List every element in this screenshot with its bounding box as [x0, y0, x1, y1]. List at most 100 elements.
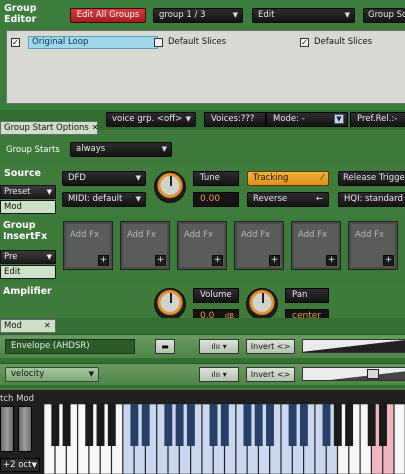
hqi-dropdown[interactable]: HQI: standard	[338, 192, 405, 207]
preset-button[interactable]: Preset ▼	[0, 185, 56, 199]
black-key[interactable]	[367, 404, 376, 446]
close-icon[interactable]: ✕	[92, 123, 99, 132]
piano-keyboard[interactable]	[44, 404, 405, 474]
close-icon[interactable]: ✕	[44, 321, 51, 330]
fx-slot-1[interactable]: Add Fx +	[63, 221, 113, 270]
chevron-down-icon: ▼	[135, 174, 141, 182]
black-key[interactable]	[96, 404, 105, 446]
mod-edit-icon[interactable]: ▬	[155, 339, 175, 354]
mod-velocity-dropdown[interactable]: velocity ▼	[5, 367, 99, 382]
add-fx-plus-icon[interactable]: +	[212, 255, 223, 266]
edit-menu-dropdown[interactable]: Edit ▼	[252, 8, 355, 23]
black-key[interactable]	[333, 404, 342, 446]
default-slices-checkbox-2[interactable]: ✓	[300, 38, 309, 47]
group-select-checkbox[interactable]: ✓	[11, 38, 20, 47]
source-mod-button[interactable]: Mod	[0, 200, 56, 214]
white-key[interactable]	[393, 404, 405, 474]
black-key[interactable]	[85, 404, 94, 446]
black-key[interactable]	[243, 404, 252, 446]
invert-label: Invert <>	[250, 342, 291, 351]
mod-intensity-slider[interactable]	[302, 339, 405, 353]
group-solo-button[interactable]: Group So	[363, 8, 405, 23]
voice-group-dropdown[interactable]: voice grp. <off> ▼	[106, 112, 196, 127]
insert-fx-title-line2: InsertFx	[3, 231, 48, 242]
group-insert-fx-panel: Group InsertFx Pre ▼ Edit Add Fx + Add F…	[0, 217, 405, 283]
mode-dropdown[interactable]: Mode: - ▼	[266, 112, 348, 127]
invert-button[interactable]: Invert <>	[246, 339, 295, 354]
voices-field[interactable]: Voices:???	[204, 112, 266, 127]
black-key[interactable]	[130, 404, 139, 446]
hqi-value: HQI: standard	[344, 194, 403, 204]
tab-mod[interactable]: Mod ✕	[0, 319, 56, 333]
group-name-field[interactable]: Original Loop	[28, 36, 158, 49]
group-selector-dropdown[interactable]: group 1 / 3 ▼	[153, 8, 243, 23]
black-key[interactable]	[51, 404, 60, 446]
default-slices-checkbox-1[interactable]	[154, 38, 163, 47]
fx-slot-label: Add Fx	[355, 230, 385, 240]
amplifier-title: Amplifier	[3, 286, 52, 297]
pref-rel-field[interactable]: Pref.Rel.:-	[350, 112, 405, 127]
reverse-button[interactable]: Reverse ←	[247, 192, 329, 207]
black-key[interactable]	[175, 404, 184, 446]
velocity-intensity-slider[interactable]	[302, 367, 405, 381]
mod-source-field[interactable]: Envelope (AHDSR)	[5, 339, 135, 354]
mod-row-velocity: velocity ▼ ılıı ▾ Invert <>	[0, 363, 405, 385]
chevron-down-icon: ▼	[232, 11, 238, 19]
black-key[interactable]	[266, 404, 274, 446]
insert-fx-title-line1: Group	[3, 220, 36, 231]
add-fx-plus-icon[interactable]: +	[383, 255, 394, 266]
fx-slot-label: Add Fx	[241, 230, 271, 240]
tune-caption: Tune	[193, 171, 239, 186]
fx-slot-3[interactable]: Add Fx +	[177, 221, 227, 270]
slider-handle[interactable]	[367, 369, 379, 379]
black-key[interactable]	[299, 404, 308, 446]
insert-fx-edit-button[interactable]: Edit	[0, 265, 56, 279]
tune-knob[interactable]	[154, 171, 186, 203]
mod-wheel[interactable]	[18, 406, 32, 452]
black-key[interactable]	[186, 404, 195, 446]
pre-dropdown[interactable]: Pre ▼	[0, 250, 56, 264]
add-fx-plus-icon[interactable]: +	[269, 255, 280, 266]
add-fx-plus-icon[interactable]: +	[155, 255, 166, 266]
black-key[interactable]	[141, 404, 150, 446]
black-key[interactable]	[322, 404, 331, 446]
group-starts-dropdown[interactable]: always ▼	[70, 142, 172, 157]
add-fx-plus-icon[interactable]: +	[326, 255, 337, 266]
invert-label: Invert <>	[250, 370, 291, 379]
volume-knob[interactable]	[154, 288, 186, 320]
black-key[interactable]	[379, 404, 387, 446]
fx-slot-label: Add Fx	[184, 230, 214, 240]
tab-group-start-options[interactable]: Group Start Options ✕	[0, 121, 99, 135]
midi-dropdown[interactable]: MIDI: default ▼	[62, 192, 146, 207]
release-trigger-label: Release Trigge	[343, 173, 405, 183]
black-key[interactable]	[254, 404, 263, 446]
add-fx-plus-icon[interactable]: +	[98, 255, 109, 266]
insert-fx-edit-label: Edit	[4, 267, 21, 277]
pre-label: Pre	[4, 252, 18, 262]
chevron-down-icon: ▼	[31, 461, 37, 469]
black-key[interactable]	[107, 404, 116, 446]
mod-shape-button[interactable]: ılıı ▾	[199, 367, 239, 382]
fx-slot-2[interactable]: Add Fx +	[120, 221, 170, 270]
black-key[interactable]	[62, 404, 71, 446]
mode-value: Mode: -	[273, 114, 305, 124]
engine-dropdown[interactable]: DFD ▼	[62, 171, 146, 186]
fx-slot-6[interactable]: Add Fx +	[348, 221, 398, 270]
invert-button[interactable]: Invert <>	[246, 367, 295, 382]
octave-dropdown[interactable]: +2 oct ▼	[0, 458, 40, 472]
release-trigger-button[interactable]: Release Trigge	[338, 171, 405, 186]
tracking-button[interactable]: Tracking ⁄	[247, 171, 329, 186]
fx-slot-4[interactable]: Add Fx +	[234, 221, 284, 270]
black-key[interactable]	[164, 404, 173, 446]
tune-value[interactable]: 0.00	[193, 192, 239, 207]
group-start-row: Group Starts always ▼	[0, 136, 405, 163]
pitch-wheel[interactable]	[0, 406, 14, 452]
black-key[interactable]	[288, 404, 297, 446]
black-key[interactable]	[209, 404, 218, 446]
black-key[interactable]	[345, 404, 354, 446]
fx-slot-5[interactable]: Add Fx +	[291, 221, 341, 270]
mod-shape-button[interactable]: ılıı ▾	[199, 339, 239, 354]
edit-all-groups-button[interactable]: Edit All Groups	[70, 8, 146, 23]
pan-knob[interactable]	[246, 288, 278, 320]
black-key[interactable]	[220, 404, 229, 446]
